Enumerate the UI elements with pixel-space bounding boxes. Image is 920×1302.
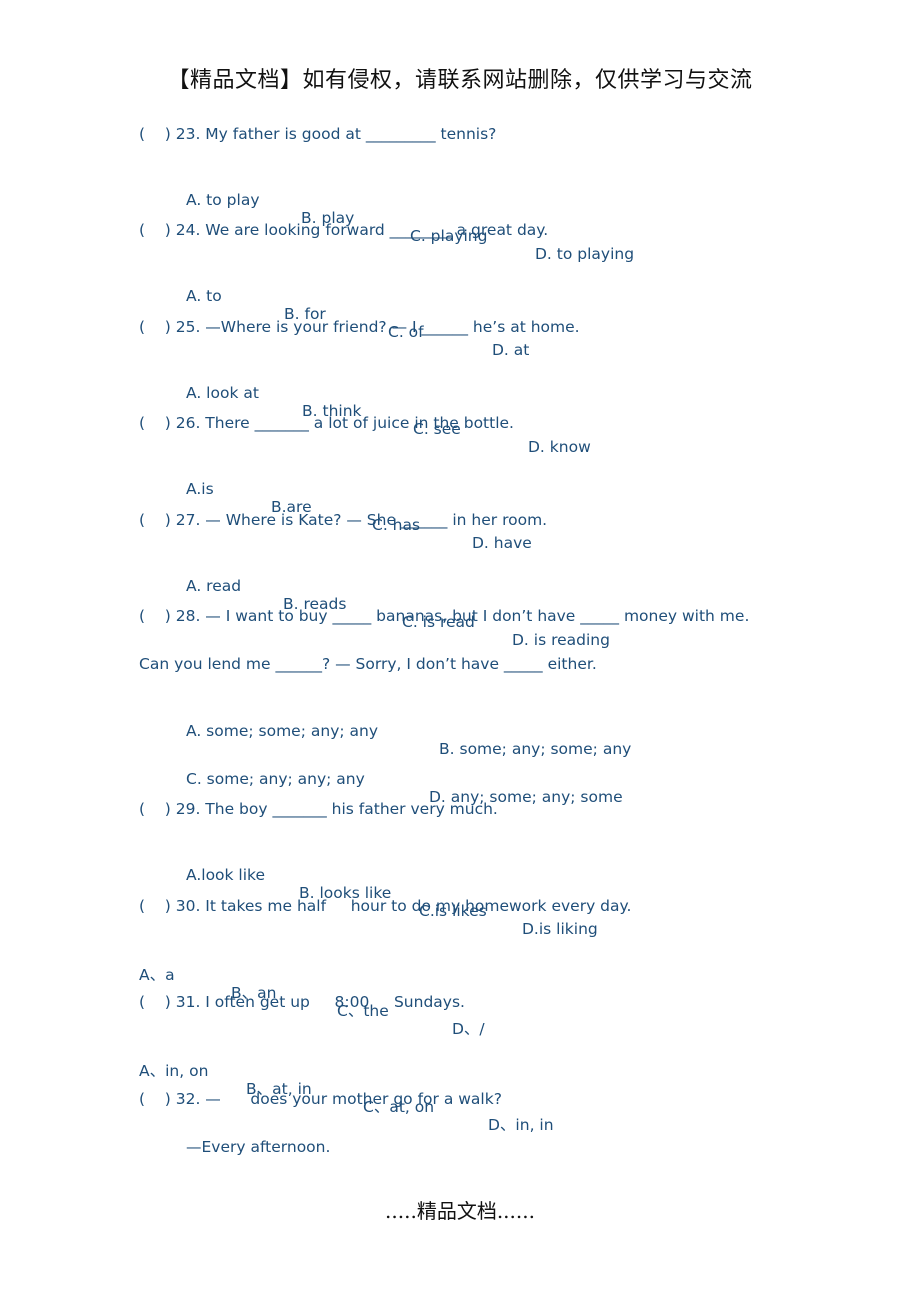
option-c: C. some; any; any; any bbox=[186, 770, 365, 788]
option-d: D. is reading bbox=[512, 631, 610, 649]
watermark-footer: .....精品文档...... bbox=[385, 1199, 535, 1223]
option-d: D、/ bbox=[452, 1020, 485, 1038]
question-23-options: A. to play B. play C. playing D. to play… bbox=[186, 173, 686, 263]
option-d: D. at bbox=[492, 341, 530, 359]
question-25-stem: ( ) 25. —Where is your friend? — I _____… bbox=[139, 318, 580, 336]
option-d: D.is liking bbox=[522, 920, 598, 938]
question-27-stem: ( ) 27. — Where is Kate? — She ______ in… bbox=[139, 511, 548, 529]
question-28-options-row-1: A. some; some; any; any B. some; any; so… bbox=[186, 704, 686, 758]
question-28-stem-continued: Can you lend me ______? — Sorry, I don’t… bbox=[139, 655, 597, 673]
option-a: A.is bbox=[186, 480, 214, 498]
option-a: A. to play bbox=[186, 191, 260, 209]
watermark-header: 【精品文档】如有侵权，请联系网站删除，仅供学习与交流 bbox=[167, 68, 753, 93]
question-24-stem: ( ) 24. We are looking forward ________ … bbox=[139, 221, 549, 239]
option-a: A.look like bbox=[186, 866, 266, 884]
question-32-answer-line: —Every afternoon. bbox=[186, 1138, 331, 1156]
question-23-stem: ( ) 23. My father is good at _________ t… bbox=[139, 125, 497, 143]
option-d: D. know bbox=[528, 438, 591, 456]
option-d: D、in, in bbox=[488, 1116, 554, 1134]
question-31-options: A、in, on B、at, in C、at, on D、in, in bbox=[139, 1041, 639, 1134]
question-30-options: A、a B、an C、the D、/ bbox=[139, 945, 639, 1038]
question-31-stem: ( ) 31. I often get up 8:00 Sundays. bbox=[139, 993, 465, 1011]
question-30-stem: ( ) 30. It takes me half hour to do my h… bbox=[139, 897, 632, 915]
question-27-options: A. read B. reads C. is read D. is readin… bbox=[186, 559, 686, 649]
option-d: D. to playing bbox=[535, 245, 635, 263]
option-a: A. read bbox=[186, 577, 242, 595]
question-28-options-row-2: C. some; any; any; any D. any; some; any… bbox=[186, 752, 686, 806]
question-32-stem: ( ) 32. — does your mother go for a walk… bbox=[139, 1090, 502, 1108]
question-29-stem: ( ) 29. The boy _______ his father very … bbox=[139, 800, 498, 818]
option-a: A. to bbox=[186, 287, 222, 305]
option-a: A、a bbox=[139, 966, 175, 984]
option-a: A. some; some; any; any bbox=[186, 722, 379, 740]
question-26-stem: ( ) 26. There _______ a lot of juice in … bbox=[139, 414, 514, 432]
question-26-options: A.is B.are C. has D. have bbox=[186, 462, 686, 552]
question-29-options: A.look like B. looks like C.is likes D.i… bbox=[186, 848, 686, 938]
question-24-options: A. to B. for C. of D. at bbox=[186, 269, 686, 359]
option-a: A. look at bbox=[186, 384, 259, 402]
option-d: D. have bbox=[472, 534, 532, 552]
option-a: A、in, on bbox=[139, 1062, 209, 1080]
question-28-stem: ( ) 28. — I want to buy _____ bananas, b… bbox=[139, 607, 750, 625]
question-25-options: A. look at B. think C. see D. know bbox=[186, 366, 686, 456]
